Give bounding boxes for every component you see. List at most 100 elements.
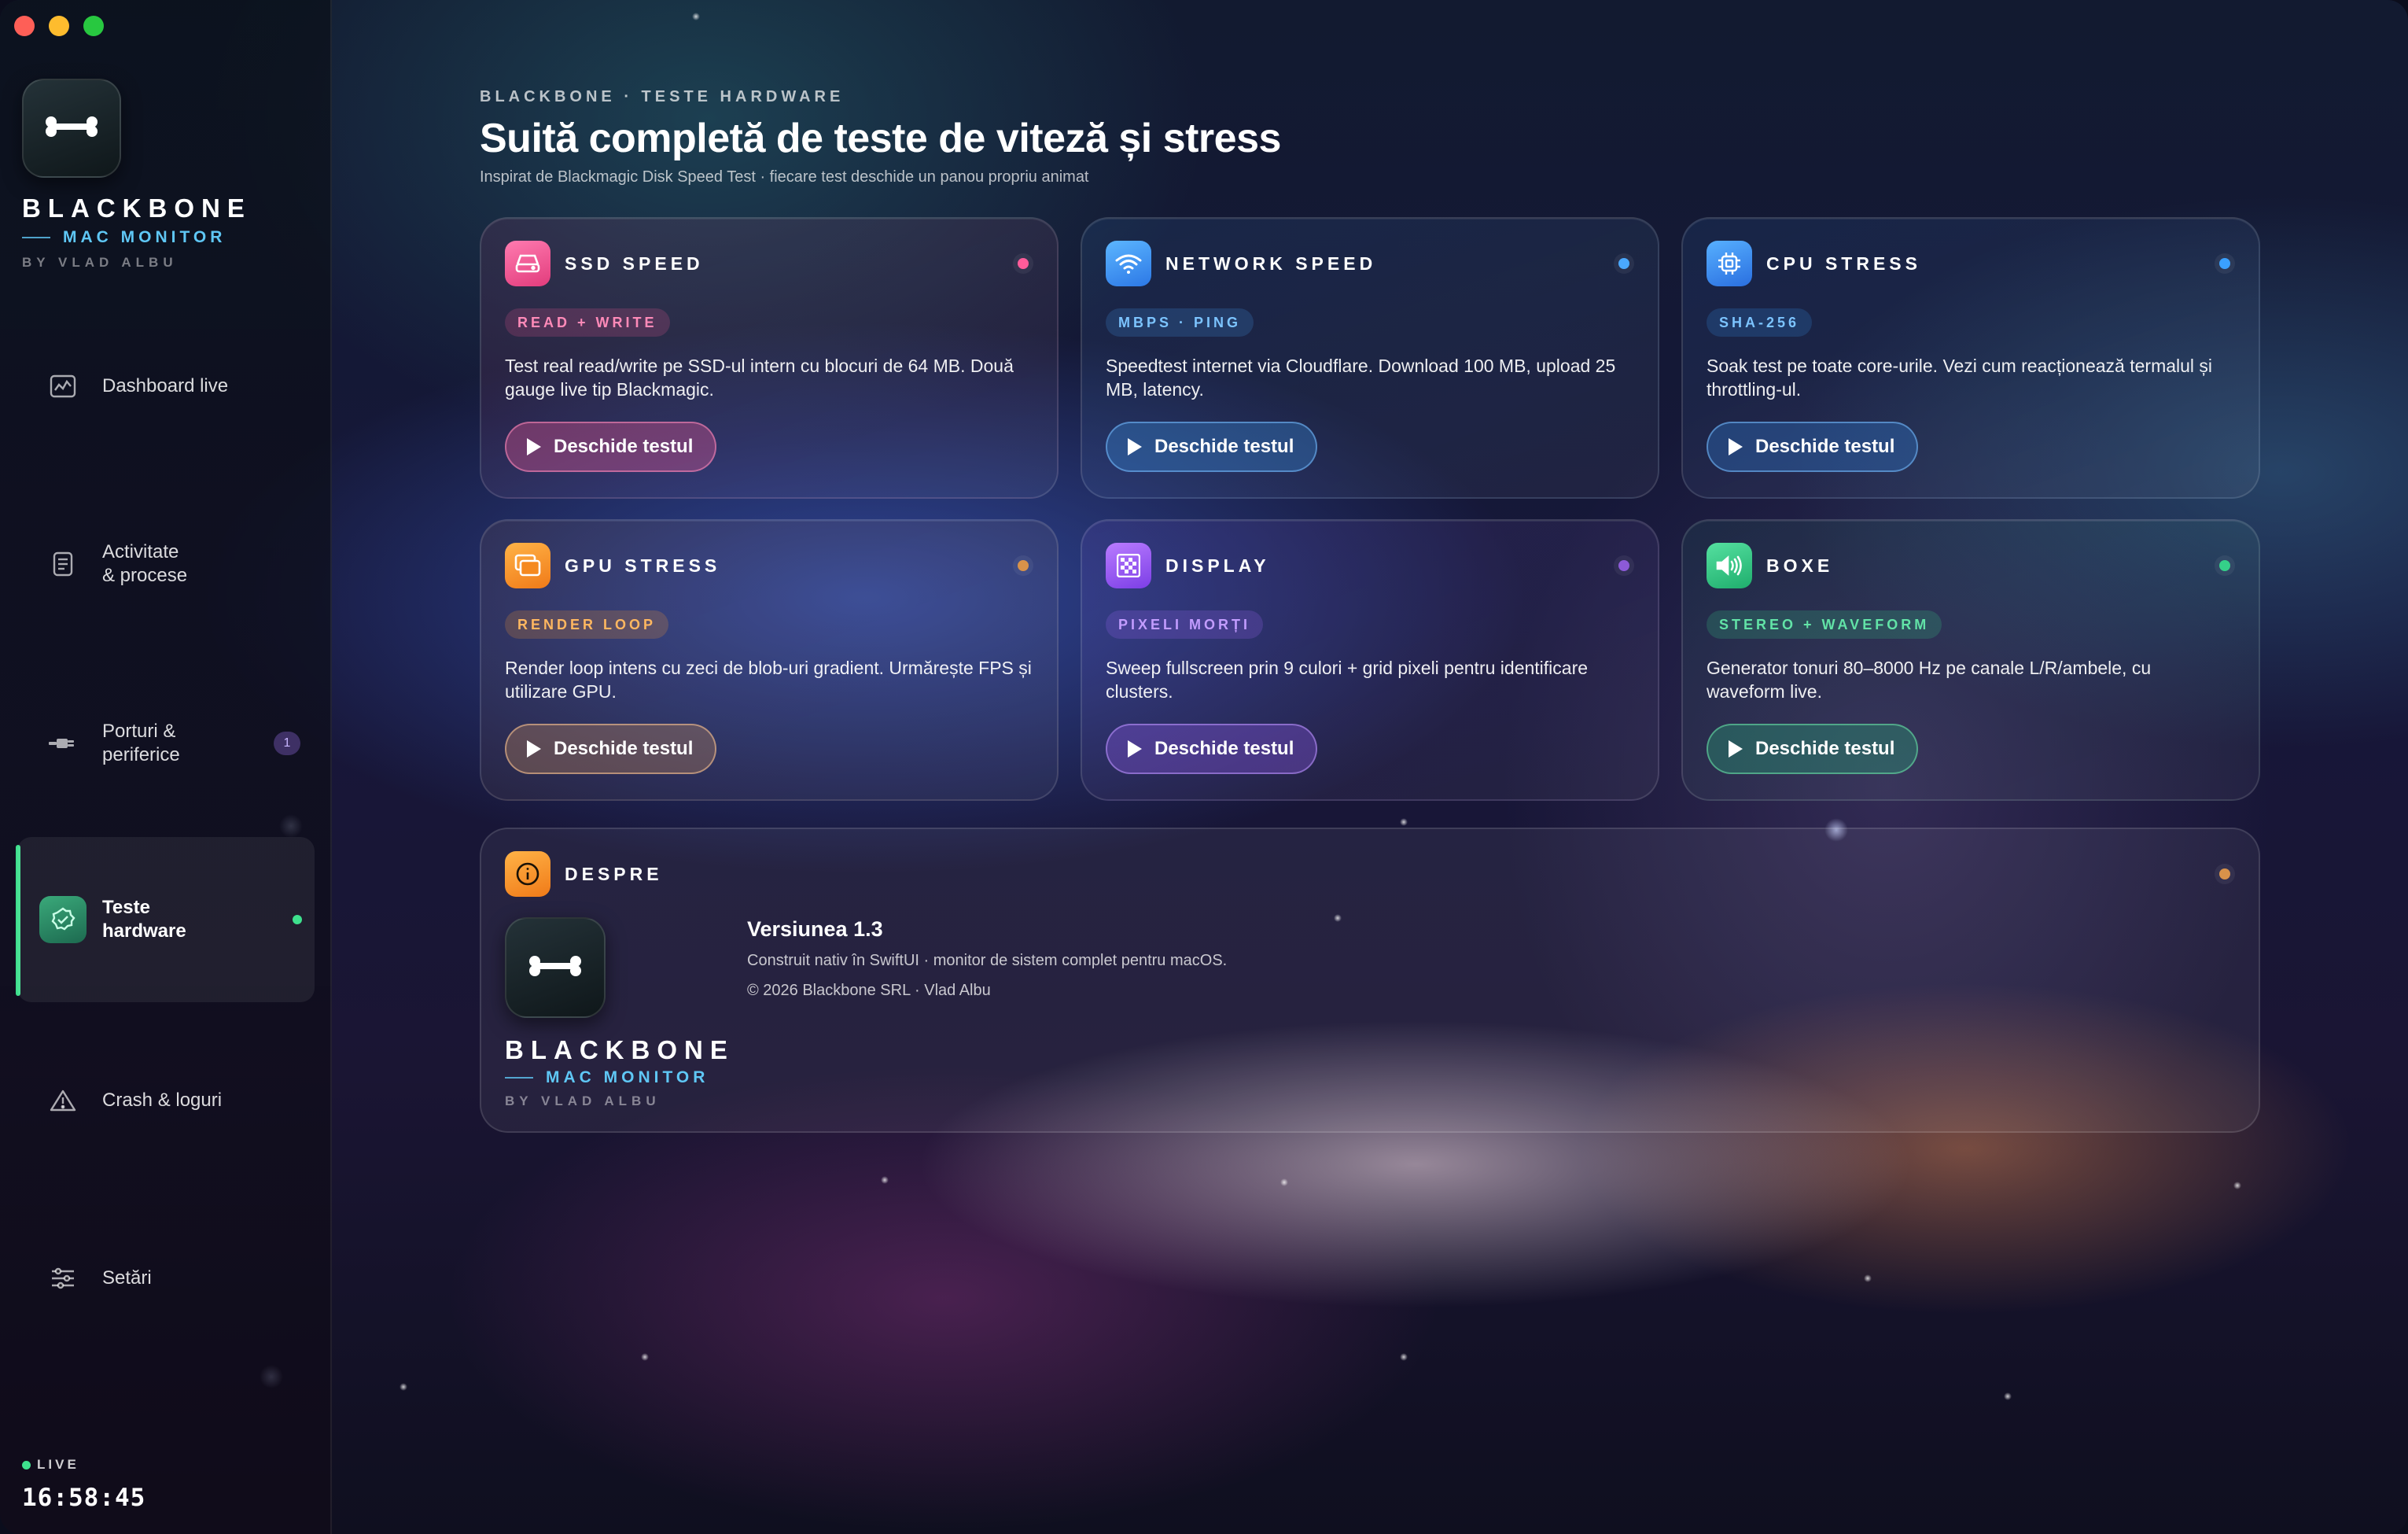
play-icon (527, 740, 541, 758)
plug-icon (39, 720, 87, 767)
status-dot (1018, 258, 1029, 269)
gpu-stress-card: GPU STRESS RENDER LOOP Render loop inten… (480, 519, 1059, 801)
card-tag: MBPS · PING (1106, 308, 1254, 337)
sliders-icon (39, 1255, 87, 1302)
card-tag: READ + WRITE (505, 308, 670, 337)
open-network-test-button[interactable]: Deschide testul (1106, 422, 1318, 472)
button-label: Deschide testul (1154, 738, 1294, 759)
background-star (1864, 1274, 1872, 1282)
background-star (1400, 1353, 1408, 1361)
active-status-dot (293, 915, 302, 924)
card-tag: RENDER LOOP (505, 610, 669, 639)
live-clock: 16:58:45 (22, 1484, 146, 1512)
copyright-text: © 2026 Blackbone SRL · Vlad Albu (747, 982, 991, 999)
brand-name: BLACKBONE (22, 194, 252, 223)
gpu-icon (505, 543, 550, 588)
status-dot (2219, 258, 2230, 269)
background-star (2004, 1392, 2012, 1400)
speaker-icon (1707, 543, 1752, 588)
sidebar-item-label: Crash & loguri (102, 1090, 223, 1111)
status-dot (2219, 868, 2230, 879)
card-tag: PIXELI MORȚI (1106, 610, 1264, 639)
play-icon (1729, 438, 1743, 455)
zoom-window-button[interactable] (83, 16, 104, 36)
wifi-icon (1106, 241, 1151, 286)
play-icon (1128, 740, 1142, 758)
brand-subtitle-text: MAC MONITOR (63, 228, 226, 246)
button-label: Deschide testul (554, 738, 694, 759)
card-title: DESPRE (565, 864, 663, 884)
page-title: Suită completă de teste de viteză și str… (480, 116, 1281, 161)
background-star (641, 1353, 649, 1361)
network-speed-card: NETWORK SPEED MBPS · PING Speedtest inte… (1081, 217, 1659, 499)
card-description: Test real read/write pe SSD-ul intern cu… (505, 356, 1014, 400)
status-dot (1618, 560, 1629, 571)
card-title: NETWORK SPEED (1165, 253, 1377, 274)
card-title: CPU STRESS (1766, 253, 1921, 274)
card-tag: STEREO + WAVEFORM (1707, 610, 1942, 639)
status-dot (2219, 560, 2230, 571)
button-label: Deschide testul (1154, 436, 1294, 457)
card-tag: SHA-256 (1707, 308, 1813, 337)
app-window: BLACKBONE MAC MONITOR BY VLAD ALBU Dashb… (0, 0, 2408, 1534)
sidebar: BLACKBONE MAC MONITOR BY VLAD ALBU Dashb… (0, 0, 332, 1534)
warning-icon (39, 1077, 87, 1124)
open-gpu-test-button[interactable]: Deschide testul (505, 724, 717, 774)
background-star (2233, 1182, 2241, 1189)
sidebar-item-label: Porturi & periferice (102, 721, 180, 765)
open-display-test-button[interactable]: Deschide testul (1106, 724, 1318, 774)
cpu-icon (1707, 241, 1752, 286)
speakers-card: BOXE STEREO + WAVEFORM Generator tonuri … (1681, 519, 2260, 801)
background-star (1280, 1178, 1288, 1186)
drive-icon (505, 241, 550, 286)
card-description: Sweep fullscreen prin 9 culori + grid pi… (1106, 658, 1589, 702)
about-brand-name: BLACKBONE (505, 1035, 735, 1064)
sidebar-item-settings[interactable]: Setări (17, 1196, 315, 1361)
bone-icon (44, 115, 99, 142)
card-title: DISPLAY (1165, 555, 1270, 576)
sidebar-item-label: Teste hardware (102, 897, 186, 942)
checkerboard-icon (1106, 543, 1151, 588)
minimize-window-button[interactable] (49, 16, 69, 36)
about-app-logo (505, 917, 606, 1018)
sidebar-item-dashboard[interactable]: Dashboard live (17, 304, 315, 469)
app-logo (22, 79, 121, 178)
open-speakers-test-button[interactable]: Deschide testul (1707, 724, 1919, 774)
background-star (399, 1383, 407, 1391)
open-ssd-test-button[interactable]: Deschide testul (505, 422, 717, 472)
card-description: Speedtest internet via Cloudflare. Downl… (1106, 356, 1616, 400)
about-description: Construit nativ în SwiftUI · monitor de … (747, 952, 1228, 969)
background-star (1400, 818, 1408, 826)
live-label: LIVE (37, 1457, 79, 1472)
document-icon (39, 540, 87, 588)
about-card: DESPRE BLACKBONE MAC MONITOR BY VLAD ALB… (480, 828, 2260, 1133)
button-label: Deschide testul (1755, 436, 1895, 457)
sidebar-item-ports[interactable]: Porturi & periferice 1 (17, 661, 315, 826)
play-icon (1128, 438, 1142, 455)
page-subtitle: Inspirat de Blackmagic Disk Speed Test ·… (480, 168, 1089, 186)
play-icon (1729, 740, 1743, 758)
sidebar-item-label: Activitate & procese (102, 541, 188, 586)
page-eyebrow: BLACKBONE · TESTE HARDWARE (480, 88, 845, 105)
live-indicator: LIVE (22, 1457, 79, 1473)
about-brand-author: BY VLAD ALBU (505, 1093, 661, 1108)
sidebar-item-crash-logs[interactable]: Crash & loguri (17, 1018, 315, 1183)
card-description: Render loop intens cu zeci de blob-uri g… (505, 658, 1032, 702)
sidebar-item-hardware-tests[interactable]: Teste hardware (17, 837, 315, 1002)
brand-author: BY VLAD ALBU (22, 255, 178, 270)
button-label: Deschide testul (1755, 738, 1895, 759)
display-card: DISPLAY PIXELI MORȚI Sweep fullscreen pr… (1081, 519, 1659, 801)
open-cpu-test-button[interactable]: Deschide testul (1707, 422, 1919, 472)
close-window-button[interactable] (14, 16, 35, 36)
card-title: BOXE (1766, 555, 1834, 576)
background-star (881, 1176, 889, 1184)
status-dot (1018, 560, 1029, 571)
about-brand-subtitle-text: MAC MONITOR (546, 1068, 709, 1086)
check-badge-icon (39, 896, 87, 943)
window-controls (14, 16, 104, 36)
sidebar-item-activity[interactable]: Activitate & procese (17, 481, 315, 647)
play-icon (527, 438, 541, 455)
about-brand-subtitle: MAC MONITOR (505, 1068, 709, 1087)
button-label: Deschide testul (554, 436, 694, 457)
info-icon (505, 851, 550, 897)
